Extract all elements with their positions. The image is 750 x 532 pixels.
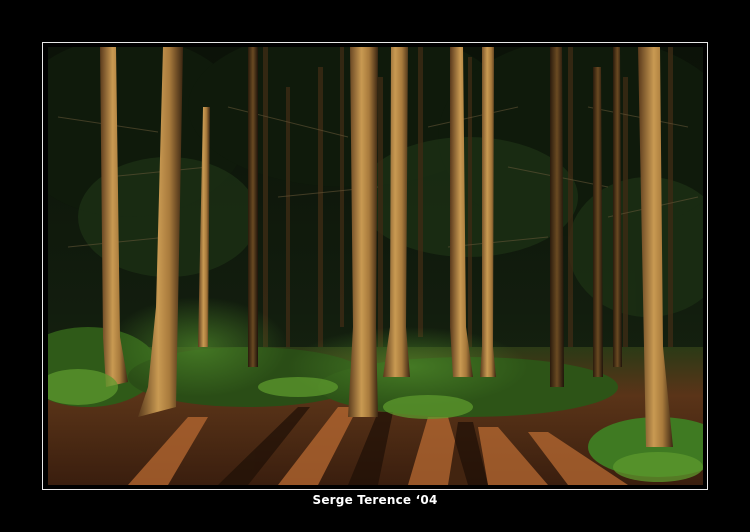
forest-photo xyxy=(48,47,703,485)
photo-caption: Serge Terence ‘04 xyxy=(312,493,438,507)
